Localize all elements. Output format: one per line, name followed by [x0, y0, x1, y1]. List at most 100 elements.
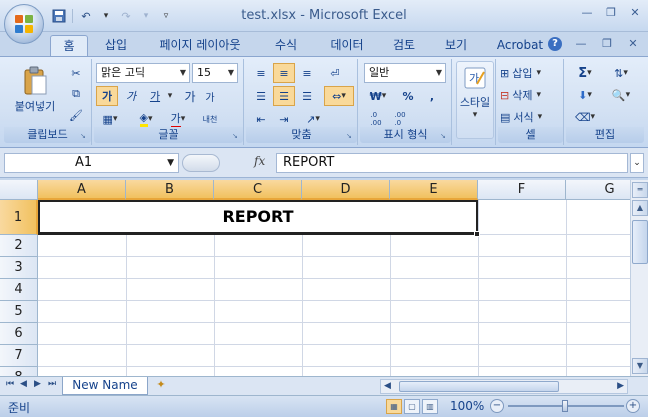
- tab-data[interactable]: 데이터: [322, 35, 372, 56]
- vertical-scrollbar[interactable]: ═ ▲ ▼: [630, 180, 648, 376]
- font-color-button[interactable]: 가 ▾: [164, 109, 192, 129]
- underline-button[interactable]: 가: [144, 86, 166, 106]
- grow-font-button[interactable]: 가: [180, 86, 200, 106]
- column-header-a[interactable]: A: [38, 180, 126, 200]
- number-launcher-icon[interactable]: ↘: [440, 132, 449, 141]
- tab-review[interactable]: 검토: [384, 35, 424, 56]
- row-header-6[interactable]: 6: [0, 323, 38, 345]
- align-top-icon[interactable]: ≡: [250, 63, 272, 83]
- row-header-2[interactable]: 2: [0, 235, 38, 257]
- row-header-7[interactable]: 7: [0, 345, 38, 367]
- format-cells-button[interactable]: ▤ 서식 ▾: [500, 107, 562, 127]
- column-header-b[interactable]: B: [126, 180, 214, 200]
- font-launcher-icon[interactable]: ↘: [232, 132, 241, 141]
- doc-minimize-icon[interactable]: —: [574, 37, 588, 51]
- formula-resize-handle[interactable]: [182, 154, 220, 172]
- number-format-select[interactable]: 일반 ▼: [364, 63, 446, 83]
- horizontal-scroll-thumb[interactable]: [399, 381, 559, 392]
- bold-button[interactable]: 가: [96, 86, 118, 106]
- page-break-view-icon[interactable]: ▥: [422, 399, 438, 414]
- fill-color-button[interactable]: ◈ ▾: [132, 109, 160, 129]
- increase-decimal-button[interactable]: .0 .00: [366, 109, 386, 129]
- decrease-indent-icon[interactable]: ⇤: [250, 109, 272, 129]
- office-button[interactable]: [4, 4, 44, 44]
- align-bottom-icon[interactable]: ≡: [296, 63, 318, 83]
- last-sheet-icon[interactable]: ⏭: [48, 379, 56, 389]
- copy-icon[interactable]: ⧉: [66, 84, 86, 104]
- delete-cells-button[interactable]: ⊟ 삭제 ▾: [500, 85, 562, 105]
- doc-close-icon[interactable]: ✕: [626, 37, 640, 51]
- align-right-icon[interactable]: ☰: [296, 86, 318, 106]
- align-middle-icon[interactable]: ≡: [273, 63, 295, 83]
- shrink-font-button[interactable]: 가: [200, 86, 220, 106]
- comma-button[interactable]: ,: [422, 86, 442, 106]
- sort-filter-button[interactable]: ⇅ ▾: [604, 63, 638, 83]
- fill-button[interactable]: ⬇ ▾: [570, 85, 600, 105]
- row-header-1[interactable]: 1: [0, 200, 38, 235]
- column-header-g[interactable]: G: [566, 180, 630, 200]
- zoom-in-icon[interactable]: +: [626, 399, 640, 413]
- tab-insert[interactable]: 삽입: [94, 35, 138, 56]
- column-header-c[interactable]: C: [214, 180, 302, 200]
- minimize-icon[interactable]: —: [580, 6, 594, 20]
- tab-home[interactable]: 홈: [50, 35, 88, 56]
- decrease-decimal-button[interactable]: .00 .0: [390, 109, 410, 129]
- split-box-icon[interactable]: ═: [632, 182, 648, 198]
- sheet-tab-new-name[interactable]: New Name: [62, 377, 148, 395]
- paste-button[interactable]: 붙여넣기: [10, 61, 60, 119]
- help-icon[interactable]: ?: [548, 37, 562, 51]
- increase-indent-icon[interactable]: ⇥: [273, 109, 295, 129]
- row-header-8[interactable]: 8: [0, 367, 38, 376]
- phonetic-button[interactable]: 내천: [198, 109, 222, 129]
- wrap-text-icon[interactable]: ⏎: [324, 63, 346, 83]
- autosum-button[interactable]: Σ ▾: [570, 63, 600, 83]
- alignment-launcher-icon[interactable]: ↘: [346, 132, 355, 141]
- find-select-button[interactable]: 🔍 ▾: [604, 85, 638, 105]
- borders-button[interactable]: ▦ ▾: [96, 109, 124, 129]
- align-center-icon[interactable]: ☰: [273, 86, 295, 106]
- orientation-button[interactable]: ↗ ▾: [298, 109, 328, 129]
- doc-restore-icon[interactable]: ❐: [600, 37, 614, 51]
- insert-function-icon[interactable]: fx: [254, 154, 265, 168]
- zoom-out-icon[interactable]: −: [490, 399, 504, 413]
- styles-button[interactable]: 가 스타일 ▾: [456, 61, 494, 139]
- scroll-right-icon[interactable]: ▶: [617, 381, 624, 391]
- column-header-f[interactable]: F: [478, 180, 566, 200]
- normal-view-icon[interactable]: ▦: [386, 399, 402, 414]
- fill-handle[interactable]: [474, 231, 480, 237]
- tab-page-layout[interactable]: 페이지 레이아웃: [150, 35, 250, 56]
- align-left-icon[interactable]: ☰: [250, 86, 272, 106]
- underline-dropdown-icon[interactable]: ▾: [166, 86, 174, 106]
- insert-sheet-icon[interactable]: ✦: [150, 378, 172, 394]
- next-sheet-icon[interactable]: ▶: [34, 379, 41, 389]
- name-box[interactable]: A1 ▼: [4, 153, 179, 173]
- scroll-left-icon[interactable]: ◀: [384, 381, 391, 391]
- vertical-scroll-thumb[interactable]: [632, 220, 648, 264]
- prev-sheet-icon[interactable]: ◀: [20, 379, 27, 389]
- cut-icon[interactable]: ✂: [66, 63, 86, 83]
- worksheet-grid[interactable]: A B C D E F G 1 2 3 4 5 6 7 8 REPORT: [0, 180, 630, 376]
- zoom-slider-knob[interactable]: [562, 400, 568, 412]
- column-header-e[interactable]: E: [390, 180, 478, 200]
- expand-formula-icon[interactable]: ⌄: [630, 153, 644, 173]
- formula-input[interactable]: REPORT: [276, 153, 628, 173]
- tab-acrobat[interactable]: Acrobat: [490, 35, 550, 56]
- tab-formulas[interactable]: 수식: [264, 35, 308, 56]
- horizontal-scrollbar[interactable]: ◀ ▶: [380, 379, 628, 394]
- format-painter-icon[interactable]: 🖌: [66, 105, 86, 125]
- restore-icon[interactable]: ❐: [604, 6, 618, 20]
- percent-button[interactable]: %: [398, 86, 418, 106]
- page-layout-view-icon[interactable]: ▢: [404, 399, 420, 414]
- font-size-select[interactable]: 15 ▼: [192, 63, 238, 83]
- insert-cells-button[interactable]: ⊞ 삽입 ▾: [500, 63, 562, 83]
- clear-button[interactable]: ⌫ ▾: [570, 107, 600, 127]
- italic-button[interactable]: 가: [120, 86, 142, 106]
- row-header-5[interactable]: 5: [0, 301, 38, 323]
- row-header-3[interactable]: 3: [0, 257, 38, 279]
- merged-cell-a1-e1[interactable]: REPORT: [38, 200, 478, 235]
- select-all-corner[interactable]: [0, 180, 38, 200]
- close-icon[interactable]: ✕: [628, 6, 642, 20]
- font-name-select[interactable]: 맑은 고딕 ▼: [96, 63, 190, 83]
- row-header-4[interactable]: 4: [0, 279, 38, 301]
- scroll-up-icon[interactable]: ▲: [632, 200, 648, 216]
